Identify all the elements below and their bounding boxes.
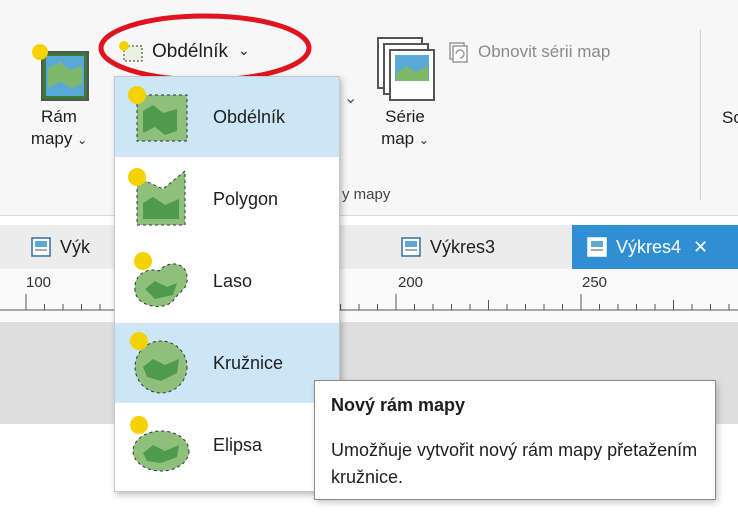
map-frame-label-line2: mapy — [30, 129, 73, 148]
ribbon: Rám mapy ⌄ Obdélník ⌄ ⌄ Série map ⌄ Obno… — [0, 0, 738, 216]
layout-tabs: Výk Výkres3 Výkres4 ✕ — [0, 225, 738, 269]
ruler-label: 200 — [398, 274, 424, 291]
tooltip: Nový rám mapy Umožňuje vytvořit nový rám… — [314, 380, 716, 500]
map-frame-label-line1: Rám — [41, 107, 77, 126]
menu-item-label: Laso — [213, 271, 253, 291]
lasso-frame-icon — [134, 252, 188, 307]
map-series-button[interactable]: Série map ⌄ — [360, 30, 450, 180]
menu-item-label: Obdélník — [213, 107, 286, 127]
menu-item-label: Elipsa — [213, 435, 263, 455]
map-series-icon — [377, 37, 435, 101]
highlight-circle — [98, 13, 312, 83]
map-series-label-line1: Série — [385, 107, 425, 126]
layout-doc-icon — [401, 237, 421, 257]
map-frame-button[interactable]: Rám mapy ⌄ — [14, 30, 104, 180]
chevron-down-icon: ⌄ — [344, 90, 358, 107]
ruler-label: 250 — [582, 274, 608, 291]
chevron-down-icon: ⌄ — [418, 133, 429, 147]
rectangle-frame-icon — [128, 86, 188, 142]
map-frame-label: Rám mapy ⌄ — [14, 106, 104, 151]
ruler-label: 100 — [26, 274, 52, 291]
ribbon-right-partial-label: Sc — [722, 108, 738, 127]
menu-item-label: Kružnice — [213, 353, 284, 373]
ellipse-frame-icon — [130, 416, 190, 472]
shape-dropdown-menu: Obdélník Polygon Laso Kružnice Elipsa — [114, 76, 340, 492]
layout-doc-icon — [31, 237, 51, 257]
tab-label: Výkres3 — [430, 236, 496, 257]
refresh-icon — [449, 42, 468, 63]
tab-layout-3[interactable]: Výkres3 — [400, 225, 560, 269]
refresh-series-button[interactable]: Obnovit sérii map — [446, 38, 686, 66]
circle-frame-icon — [130, 332, 188, 394]
tab-label: Výk — [60, 236, 91, 257]
map-series-label: Série map ⌄ — [360, 106, 450, 151]
menu-item-polygon[interactable]: Polygon — [115, 159, 339, 239]
menu-item-rectangle[interactable]: Obdélník — [115, 77, 339, 157]
ruler-ticks — [0, 294, 738, 311]
polygon-frame-icon — [128, 168, 186, 226]
tooltip-title: Nový rám mapy — [331, 395, 466, 415]
map-frame-icon — [32, 44, 89, 101]
tab-layout-4[interactable]: Výkres4 ✕ — [572, 225, 738, 269]
refresh-series-label: Obnovit sérii map — [478, 42, 611, 61]
menu-item-ellipse[interactable]: Elipsa — [115, 405, 339, 485]
ruler: 100 200 250 — [0, 270, 738, 323]
menu-item-circle[interactable]: Kružnice — [115, 323, 339, 403]
close-icon[interactable]: ✕ — [693, 237, 708, 258]
tooltip-body: Umožňuje vytvořit nový rám mapy přetažen… — [331, 440, 698, 487]
menu-item-label: Polygon — [213, 189, 279, 209]
group-label: y mapy — [342, 186, 391, 203]
menu-item-lasso[interactable]: Laso — [115, 241, 339, 321]
ribbon-divider — [700, 30, 701, 200]
chevron-down-icon: ⌄ — [77, 133, 88, 147]
tab-label: Výkres4 — [616, 236, 682, 257]
tab-layout-1[interactable]: Výk — [30, 225, 120, 269]
map-series-label-line2: map — [381, 129, 415, 148]
layout-doc-icon — [587, 237, 607, 257]
